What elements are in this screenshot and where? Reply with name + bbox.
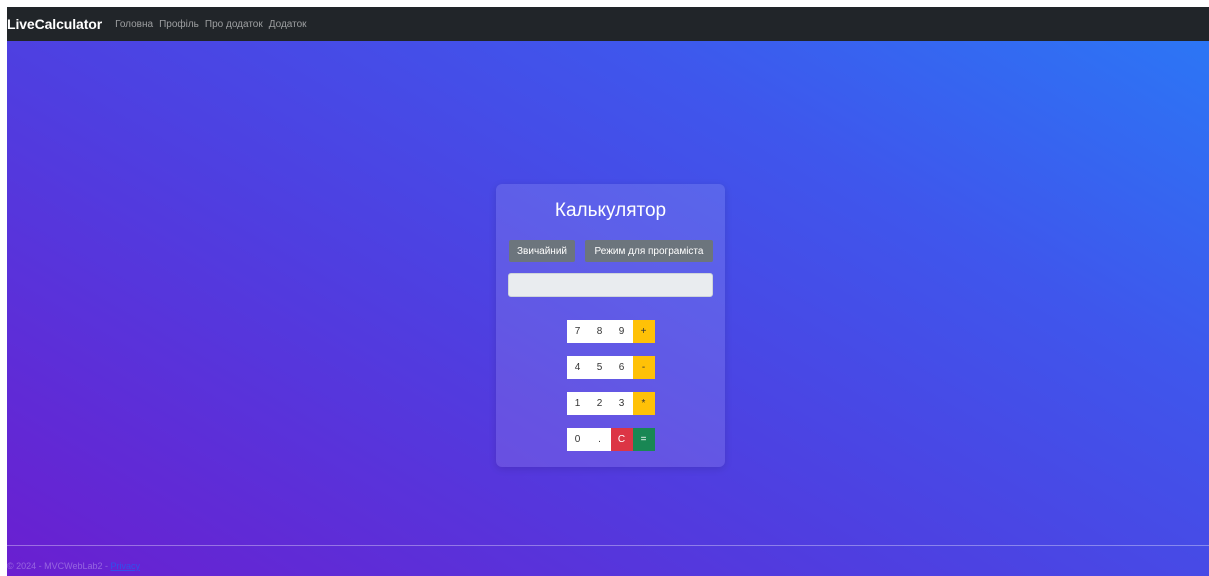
key-decimal[interactable]: . <box>588 428 611 451</box>
key-3[interactable]: 3 <box>610 392 633 415</box>
key-7[interactable]: 7 <box>566 320 589 343</box>
keypad-row: 4 5 6 - <box>496 356 725 379</box>
key-8[interactable]: 8 <box>588 320 611 343</box>
footer-copyright: © 2024 - MVCWebLab2 - <box>7 561 111 571</box>
key-2[interactable]: 2 <box>588 392 611 415</box>
key-1[interactable]: 1 <box>566 392 589 415</box>
programmer-mode-button[interactable]: Режим для програміста <box>585 240 713 262</box>
keypad-row: 0 . C = <box>496 428 725 451</box>
page: LiveCalculator Головна Профіль Про додат… <box>7 7 1209 576</box>
key-4[interactable]: 4 <box>566 356 589 379</box>
nav-link-app[interactable]: Додаток <box>269 19 307 30</box>
key-6[interactable]: 6 <box>610 356 633 379</box>
nav-link-profile[interactable]: Профіль <box>159 19 199 30</box>
key-minus[interactable]: - <box>632 356 655 379</box>
navbar: LiveCalculator Головна Профіль Про додат… <box>7 7 1209 41</box>
brand-link[interactable]: LiveCalculator <box>7 16 102 32</box>
privacy-link[interactable]: Privacy <box>111 561 141 571</box>
normal-mode-button[interactable]: Звичайний <box>509 240 575 262</box>
calculator-title: Калькулятор <box>554 200 667 221</box>
footer-divider <box>7 545 1209 546</box>
key-plus[interactable]: + <box>632 320 655 343</box>
keypad-row: 7 8 9 + <box>496 320 725 343</box>
key-equals[interactable]: = <box>632 428 655 451</box>
key-multiply[interactable]: * <box>632 392 655 415</box>
calculator-card: Калькулятор Звичайний Режим для програмі… <box>496 184 725 467</box>
key-clear[interactable]: C <box>610 428 633 451</box>
nav-link-about[interactable]: Про додаток <box>205 19 263 30</box>
key-5[interactable]: 5 <box>588 356 611 379</box>
nav-link-home[interactable]: Головна <box>115 19 153 30</box>
keypad-row: 1 2 3 * <box>496 392 725 415</box>
keypad: 7 8 9 + 4 5 6 - 1 2 3 * 0 . C = <box>496 320 725 464</box>
key-0[interactable]: 0 <box>566 428 589 451</box>
key-9[interactable]: 9 <box>610 320 633 343</box>
calculator-display[interactable] <box>508 273 713 297</box>
footer: © 2024 - MVCWebLab2 - Privacy <box>7 561 140 571</box>
